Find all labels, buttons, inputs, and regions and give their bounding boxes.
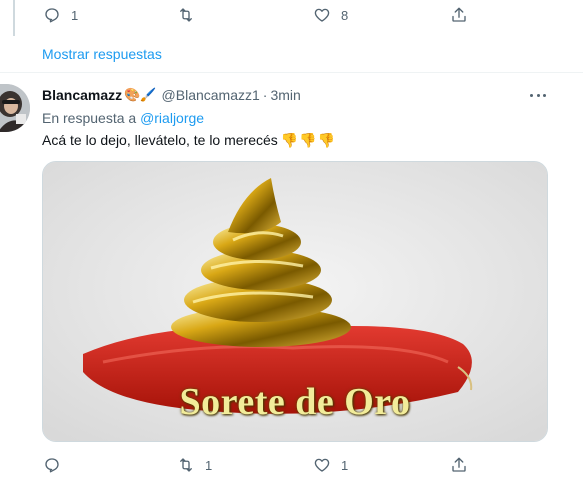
separator-dot: · bbox=[262, 87, 268, 103]
tweet-actions: 1 1 bbox=[40, 453, 480, 477]
thread-line bbox=[13, 0, 15, 36]
tweet-emojis: 👎👎👎 bbox=[280, 132, 337, 148]
share-icon bbox=[452, 457, 466, 472]
reply-button[interactable]: 1 bbox=[43, 6, 78, 24]
tweet-header: Blancamazz 🎨🖌️ @Blancamazz1 · 3min bbox=[42, 87, 301, 103]
tweet-text: Acá te lo dejo, llevátelo, te lo merecés… bbox=[42, 132, 336, 149]
retweet-icon bbox=[180, 8, 192, 22]
like-count: 8 bbox=[341, 7, 349, 23]
reply-button[interactable] bbox=[43, 456, 71, 474]
reply-mention-link[interactable]: @rialjorge bbox=[140, 110, 204, 126]
display-name[interactable]: Blancamazz bbox=[42, 87, 122, 103]
reply-count: 1 bbox=[71, 7, 79, 23]
like-button[interactable]: 8 bbox=[313, 6, 348, 24]
name-emojis: 🎨🖌️ bbox=[124, 87, 157, 102]
retweet-button[interactable] bbox=[177, 6, 205, 24]
avatar-image bbox=[0, 84, 30, 132]
more-dot bbox=[543, 93, 546, 97]
retweet-icon bbox=[180, 458, 192, 472]
previous-tweet-actions: 1 8 bbox=[40, 3, 480, 27]
share-icon bbox=[452, 7, 466, 22]
show-replies-link[interactable]: Mostrar respuestas bbox=[42, 46, 162, 62]
image-caption: Sorete de Oro bbox=[179, 381, 411, 423]
like-button[interactable]: 1 bbox=[313, 456, 348, 474]
heart-icon bbox=[314, 8, 330, 22]
tweet-divider bbox=[0, 72, 583, 73]
reply-prefix: En respuesta a bbox=[42, 110, 137, 126]
user-handle[interactable]: @Blancamazz1 bbox=[162, 87, 260, 103]
retweet-button[interactable]: 1 bbox=[177, 456, 212, 474]
tweet-body: Acá te lo dejo, llevátelo, te lo merecés bbox=[42, 132, 278, 148]
like-count: 1 bbox=[341, 457, 349, 473]
avatar[interactable] bbox=[0, 84, 30, 132]
share-button[interactable] bbox=[450, 456, 468, 474]
reply-context: En respuesta a @rialjorge bbox=[42, 110, 204, 126]
share-button[interactable] bbox=[450, 6, 468, 24]
heart-icon bbox=[314, 458, 330, 472]
more-dot bbox=[536, 93, 540, 97]
more-icon[interactable] bbox=[527, 86, 549, 104]
timestamp[interactable]: 3min bbox=[270, 87, 300, 103]
retweet-count: 1 bbox=[205, 457, 213, 473]
tweet-image[interactable]: Sorete de Oro bbox=[42, 161, 548, 442]
reply-icon bbox=[45, 458, 59, 473]
more-dot bbox=[530, 93, 533, 97]
reply-icon bbox=[45, 8, 59, 23]
